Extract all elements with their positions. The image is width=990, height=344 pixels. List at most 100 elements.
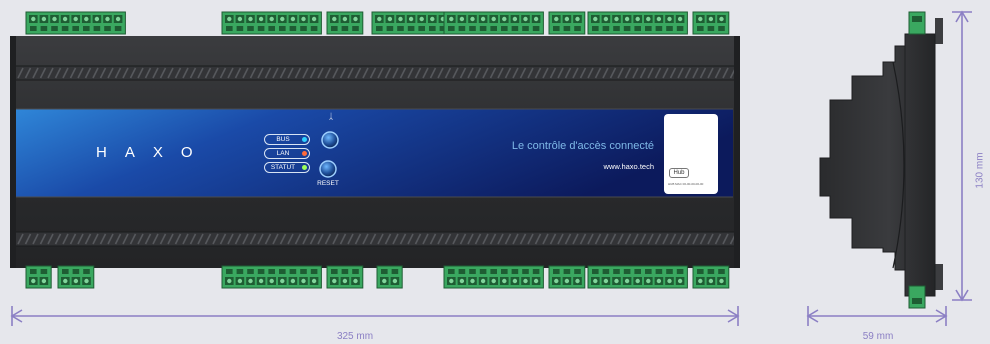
terminal-screw xyxy=(30,15,37,22)
terminal-screw xyxy=(418,15,425,22)
terminal-screw xyxy=(666,15,673,22)
terminal-screw xyxy=(490,15,497,22)
terminal-screw xyxy=(697,277,704,284)
terminal-screw xyxy=(574,15,581,22)
terminal-block xyxy=(57,265,95,289)
terminal-screw xyxy=(30,277,37,284)
terminal-screw xyxy=(533,15,540,22)
terminal-screw xyxy=(352,15,359,22)
terminal-screw xyxy=(268,277,275,284)
terminal-screw xyxy=(553,277,560,284)
terminal-block xyxy=(548,265,586,289)
terminal-screw xyxy=(341,15,348,22)
terminal-screw xyxy=(83,15,90,22)
terminal-screw xyxy=(289,15,296,22)
terminal-screw xyxy=(563,277,570,284)
terminal-screw xyxy=(666,277,673,284)
led-statut-label: STATUT xyxy=(270,164,296,171)
terminal-screw xyxy=(533,277,540,284)
terminal-screw xyxy=(707,15,714,22)
terminal-screw xyxy=(258,277,265,284)
terminal-screw xyxy=(655,277,662,284)
top-terminal-blocks xyxy=(25,11,730,35)
terminal-screw xyxy=(40,15,47,22)
website-text: www.haxo.tech xyxy=(603,162,654,171)
side-bottom-terminal xyxy=(908,285,926,309)
terminal-screw xyxy=(72,277,79,284)
terminal-screw xyxy=(511,277,518,284)
terminal-screw xyxy=(602,277,609,284)
terminal-screw xyxy=(391,277,398,284)
terminal-screw xyxy=(592,15,599,22)
terminal-screw xyxy=(226,277,233,284)
terminal-block xyxy=(443,11,544,35)
terminal-screw xyxy=(268,15,275,22)
terminal-screw xyxy=(458,15,465,22)
terminal-screw xyxy=(511,15,518,22)
terminal-screw xyxy=(279,15,286,22)
terminal-block xyxy=(25,11,126,35)
terminal-block xyxy=(25,265,52,289)
depth-dimension-label: 59 mm xyxy=(862,331,894,342)
terminal-screw xyxy=(634,15,641,22)
qr-fine-print: HUB MAC 00-00-00-00-00 xyxy=(668,182,704,186)
terminal-screw xyxy=(279,277,286,284)
terminal-screw xyxy=(104,15,111,22)
brand-logo: HAXO xyxy=(96,144,211,161)
terminal-screw xyxy=(448,277,455,284)
terminal-block xyxy=(548,11,586,35)
terminal-screw xyxy=(655,15,662,22)
terminal-block xyxy=(692,265,730,289)
terminal-screw xyxy=(236,15,243,22)
terminal-block xyxy=(443,265,544,289)
terminal-screw xyxy=(115,15,122,22)
led-lan: LAN xyxy=(264,148,310,159)
terminal-screw xyxy=(429,15,436,22)
bottom-terminal-blocks xyxy=(25,265,730,289)
terminal-screw xyxy=(72,15,79,22)
reset-button[interactable] xyxy=(319,160,337,178)
hub-badge: Hub xyxy=(669,168,689,178)
led-statut-indicator xyxy=(302,165,307,170)
terminal-screw xyxy=(62,15,69,22)
terminal-screw xyxy=(381,277,388,284)
terminal-screw xyxy=(501,15,508,22)
terminal-block xyxy=(587,11,688,35)
terminal-screw xyxy=(247,277,254,284)
terminal-screw xyxy=(386,15,393,22)
terminal-screw xyxy=(376,15,383,22)
terminal-screw xyxy=(300,277,307,284)
side-housing xyxy=(819,33,936,297)
side-top-clip xyxy=(935,18,943,44)
terminal-block xyxy=(326,11,364,35)
bluetooth-button[interactable] xyxy=(321,131,339,149)
terminal-screw xyxy=(574,277,581,284)
terminal-screw xyxy=(93,15,100,22)
terminal-screw xyxy=(624,277,631,284)
terminal-screw xyxy=(602,15,609,22)
reset-label: RESET xyxy=(317,180,339,187)
terminal-screw xyxy=(247,15,254,22)
terminal-screw xyxy=(448,15,455,22)
terminal-block xyxy=(326,265,364,289)
terminal-screw xyxy=(697,15,704,22)
bluetooth-icon: ᛣ xyxy=(328,112,334,121)
terminal-screw xyxy=(490,277,497,284)
terminal-screw xyxy=(634,277,641,284)
terminal-screw xyxy=(458,277,465,284)
terminal-block xyxy=(221,265,322,289)
terminal-screw xyxy=(480,277,487,284)
terminal-screw xyxy=(331,277,338,284)
led-lan-indicator xyxy=(302,151,307,156)
terminal-screw xyxy=(522,15,529,22)
terminal-screw xyxy=(613,15,620,22)
led-bus-label: BUS xyxy=(276,136,290,143)
terminal-block xyxy=(692,11,730,35)
tagline: Le contrôle d'accès connecté xyxy=(511,140,654,152)
diagram-canvas xyxy=(10,10,972,326)
terminal-screw xyxy=(553,15,560,22)
right-end-cap xyxy=(734,36,740,268)
terminal-screw xyxy=(341,277,348,284)
terminal-screw xyxy=(300,15,307,22)
terminal-screw xyxy=(718,277,725,284)
